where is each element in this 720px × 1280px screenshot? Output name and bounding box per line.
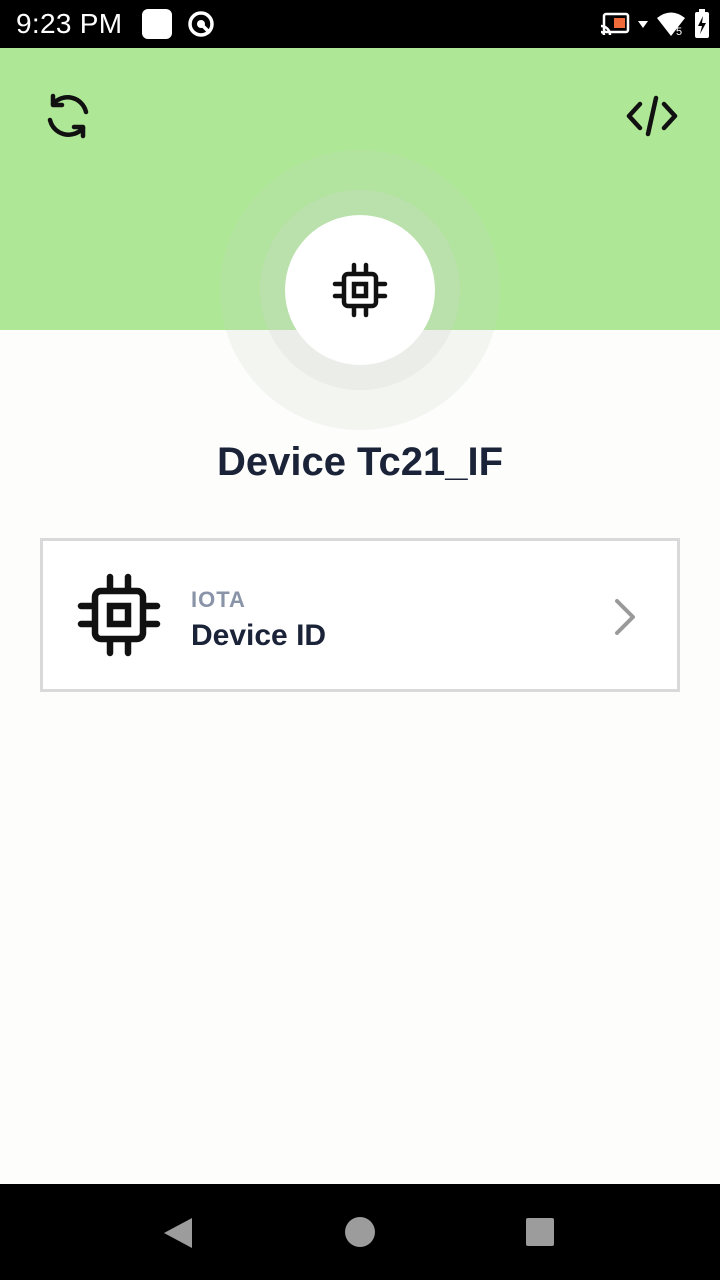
chip-icon — [332, 262, 388, 318]
refresh-icon — [47, 93, 89, 139]
nav-bar — [0, 1184, 720, 1280]
device-title: Device Tc21_IF — [216, 440, 504, 484]
chevron-right-icon — [615, 599, 635, 635]
battery-icon — [695, 9, 709, 38]
notification-q-icon — [188, 11, 214, 37]
home-icon[interactable] — [345, 1217, 375, 1247]
status-icons: 5 — [600, 8, 710, 40]
status-time: 9:23 PM — [16, 8, 123, 39]
status-bar: 9:23 PM 5 — [0, 0, 720, 48]
signal-badge: 5 — [676, 26, 682, 37]
recent-apps-icon[interactable] — [526, 1218, 554, 1246]
back-icon[interactable] — [162, 1216, 196, 1250]
screen: 9:23 PM 5 Device Tc21_IF IOTA Device ID — [0, 0, 720, 1280]
code-button[interactable] — [622, 86, 682, 146]
device-avatar — [285, 215, 435, 365]
cast-icon — [600, 12, 630, 36]
code-icon — [626, 95, 678, 137]
refresh-button[interactable] — [38, 86, 98, 146]
dropdown-icon — [638, 21, 648, 28]
chip-icon — [77, 573, 161, 657]
wifi-icon: 5 — [657, 12, 685, 37]
card-title: Device ID — [191, 619, 327, 652]
device-id-card[interactable]: IOTA Device ID — [40, 538, 680, 692]
card-kicker: IOTA — [191, 587, 246, 612]
notification-icon — [142, 9, 172, 39]
